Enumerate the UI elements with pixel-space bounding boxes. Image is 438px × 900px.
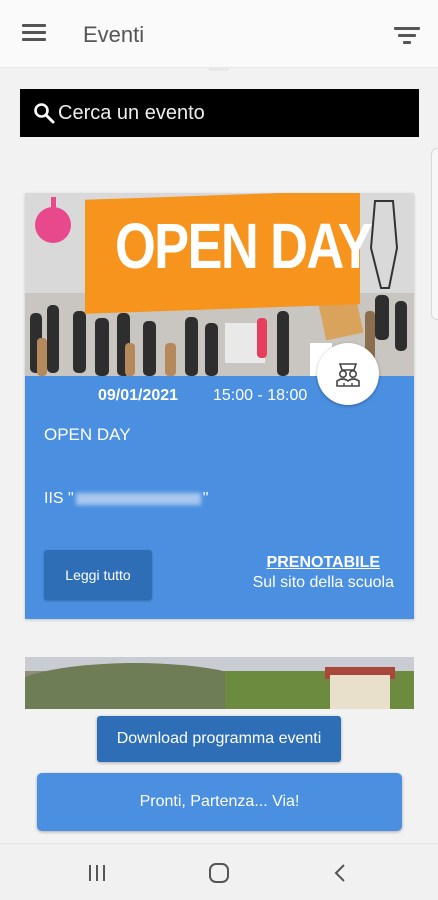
filter-icon[interactable] (394, 24, 422, 44)
recents-icon[interactable] (83, 860, 111, 886)
app-bar: Eventi (0, 0, 438, 68)
banner-text: OPEN DAY (115, 210, 373, 282)
bookable-note: Sul sito della scuola (252, 574, 394, 591)
search-icon (34, 103, 55, 124)
event-card-image[interactable] (25, 657, 414, 709)
side-panel-handle[interactable] (431, 148, 438, 320)
menu-icon[interactable] (22, 24, 46, 42)
school-name-redacted (75, 492, 201, 505)
go-button[interactable]: Pronti, Partenza... Via! (37, 773, 402, 831)
pull-indicator (209, 67, 229, 71)
school-suffix: " (202, 490, 209, 507)
back-icon[interactable] (327, 860, 355, 886)
event-time: 15:00 - 18:00 (213, 387, 308, 404)
students-icon (317, 343, 379, 405)
event-card[interactable]: OPEN DAY 09/01/2021 15:00 - 18:00 OPEN D… (25, 193, 414, 619)
page-title: Eventi (83, 22, 145, 47)
home-icon[interactable] (205, 860, 233, 886)
event-date: 09/01/2021 (98, 387, 179, 404)
event-title: OPEN DAY (44, 425, 131, 444)
read-more-button[interactable]: Leggi tutto (44, 550, 152, 600)
search-input[interactable] (58, 97, 408, 129)
booking-info: PRENOTABILE Sul sito della scuola (253, 554, 394, 592)
system-nav-bar (0, 843, 438, 900)
search-bar[interactable] (20, 89, 419, 137)
bookable-link[interactable]: PRENOTABILE (253, 554, 394, 572)
school-prefix: IIS " (44, 490, 74, 507)
event-school: IIS " " (44, 490, 208, 508)
download-program-button[interactable]: Download programma eventi (97, 716, 341, 762)
